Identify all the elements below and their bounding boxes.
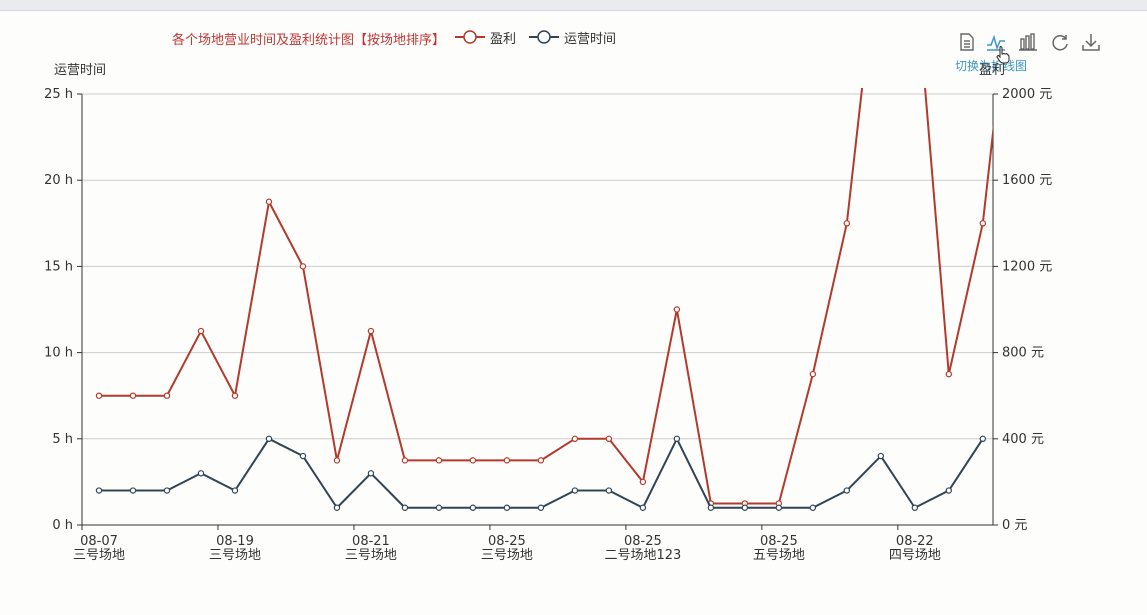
data-point-runtime[interactable] bbox=[95, 487, 103, 494]
data-point-runtime[interactable] bbox=[877, 452, 885, 460]
data-point-profit[interactable] bbox=[979, 220, 987, 227]
data-point-runtime[interactable] bbox=[231, 487, 239, 494]
data-point-profit[interactable] bbox=[571, 435, 579, 442]
data-point-profit[interactable] bbox=[299, 263, 307, 270]
data-point-runtime[interactable] bbox=[979, 435, 987, 442]
data-point-profit[interactable] bbox=[401, 457, 409, 464]
data-point-runtime[interactable] bbox=[945, 487, 953, 494]
data-point-profit[interactable] bbox=[231, 392, 239, 399]
data-point-runtime[interactable] bbox=[503, 504, 511, 511]
data-point-profit[interactable] bbox=[95, 392, 103, 399]
series-line-profit[interactable] bbox=[99, 0, 1017, 505]
x-tick-label-place: 三号场地 bbox=[345, 548, 397, 563]
data-point-runtime[interactable] bbox=[843, 487, 851, 494]
data-point-runtime[interactable] bbox=[333, 504, 341, 511]
data-point-runtime[interactable] bbox=[673, 435, 681, 442]
data-point-profit[interactable] bbox=[333, 457, 341, 464]
data-point-profit[interactable] bbox=[945, 370, 953, 378]
data-point-profit[interactable] bbox=[469, 457, 477, 464]
x-tick-label-place: 四号场地 bbox=[889, 548, 941, 563]
data-point-profit[interactable] bbox=[367, 327, 375, 335]
data-point-runtime[interactable] bbox=[469, 504, 477, 511]
x-tick-label-date: 08-07 bbox=[80, 534, 118, 549]
data-point-profit[interactable] bbox=[197, 327, 205, 335]
data-point-profit[interactable] bbox=[129, 392, 137, 399]
y-left-tick-label: 5 h bbox=[52, 432, 73, 447]
data-point-runtime[interactable] bbox=[775, 504, 783, 511]
data-point-runtime[interactable] bbox=[435, 504, 443, 511]
y-right-tick-label: 1600 元 bbox=[1002, 173, 1052, 188]
series-line-runtime[interactable] bbox=[99, 437, 984, 509]
x-tick-label-date: 08-25 bbox=[488, 534, 526, 549]
y-left-tick-label: 15 h bbox=[44, 259, 73, 274]
x-tick-label-date: 08-19 bbox=[216, 534, 254, 549]
data-point-runtime[interactable] bbox=[911, 504, 919, 511]
y-right-tick-label: 0 元 bbox=[1002, 518, 1027, 533]
data-point-runtime[interactable] bbox=[537, 504, 545, 511]
y-right-tick-label: 1200 元 bbox=[1002, 259, 1052, 274]
y-right-axis-title: 盈利 bbox=[979, 63, 1005, 78]
data-point-runtime[interactable] bbox=[163, 487, 171, 494]
data-point-profit[interactable] bbox=[163, 392, 171, 399]
data-point-runtime[interactable] bbox=[605, 487, 613, 494]
y-right-tick-label: 2000 元 bbox=[1002, 87, 1052, 102]
y-left-tick-label: 20 h bbox=[44, 173, 73, 188]
data-point-profit[interactable] bbox=[503, 457, 511, 464]
data-point-runtime[interactable] bbox=[367, 470, 375, 477]
x-tick-label-place: 二号场地123 bbox=[604, 548, 681, 563]
data-point-profit[interactable] bbox=[605, 435, 613, 442]
data-point-profit[interactable] bbox=[537, 457, 545, 464]
chart-canvas: 0 h 5 h 10 h 15 h 20 h 25 h 0 元 400 元 800 元 1200 … bbox=[44, 0, 1052, 563]
data-point-profit[interactable] bbox=[843, 220, 851, 227]
x-tick-label-place: 三号场地 bbox=[73, 548, 125, 563]
data-point-runtime[interactable] bbox=[741, 504, 749, 511]
data-point-runtime[interactable] bbox=[707, 504, 715, 511]
x-tick-label-date: 08-22 bbox=[896, 534, 934, 549]
y-right-tick-label: 800 元 bbox=[1002, 346, 1044, 361]
y-left-tick-label: 25 h bbox=[44, 87, 73, 102]
y-left-tick-label: 10 h bbox=[44, 346, 73, 361]
data-point-profit[interactable] bbox=[673, 306, 681, 313]
y-left-axis-title: 运营时间 bbox=[54, 63, 106, 78]
x-tick-label-place: 三号场地 bbox=[481, 548, 533, 563]
data-point-runtime[interactable] bbox=[299, 452, 307, 460]
data-point-runtime[interactable] bbox=[809, 504, 817, 511]
data-point-runtime[interactable] bbox=[571, 487, 579, 494]
y-right-tick-label: 400 元 bbox=[1002, 432, 1044, 447]
x-tick-label-date: 08-25 bbox=[760, 534, 798, 549]
data-point-runtime[interactable] bbox=[129, 487, 137, 494]
data-point-runtime[interactable] bbox=[197, 470, 205, 477]
x-tick-label-date: 08-25 bbox=[624, 534, 662, 549]
data-point-profit[interactable] bbox=[809, 370, 817, 378]
x-tick-label-place: 三号场地 bbox=[209, 548, 261, 563]
data-point-profit[interactable] bbox=[639, 478, 647, 486]
x-tick-label-date: 08-21 bbox=[352, 534, 390, 549]
data-point-profit[interactable] bbox=[265, 198, 273, 205]
data-point-runtime[interactable] bbox=[639, 504, 647, 511]
data-point-runtime[interactable] bbox=[401, 504, 409, 511]
data-point-profit[interactable] bbox=[435, 457, 443, 464]
y-left-tick-label: 0 h bbox=[52, 518, 73, 533]
data-point-runtime[interactable] bbox=[265, 435, 273, 442]
x-tick-label-place: 五号场地 bbox=[753, 548, 805, 563]
